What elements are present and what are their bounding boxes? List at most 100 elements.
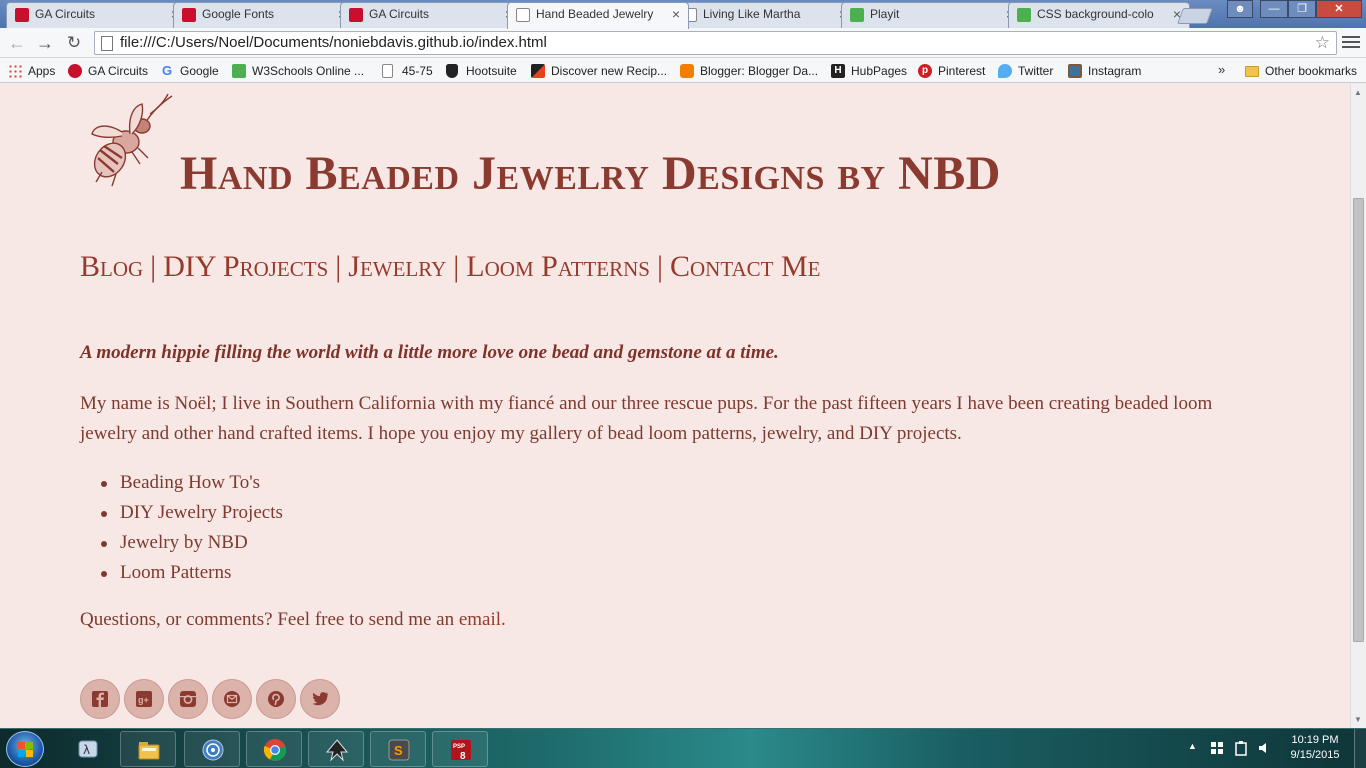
bookmark-label: HubPages — [851, 64, 908, 78]
new-tab-button[interactable] — [1177, 8, 1213, 24]
tab-strip: GA Circuits × Google Fonts × GA Circuits… — [0, 0, 1366, 29]
address-bar[interactable]: file:///C:/Users/Noel/Documents/noniebda… — [94, 31, 1337, 55]
bookmark-discover-recipes[interactable]: Discover new Recip... — [531, 62, 667, 80]
bookmark-star-icon[interactable]: ☆ — [1315, 32, 1330, 54]
chrome-icon[interactable] — [246, 731, 302, 767]
email-link[interactable]: email — [459, 609, 501, 630]
close-window-button[interactable]: ✕ — [1316, 0, 1362, 18]
tab-ga-circuits-2[interactable]: GA Circuits × — [340, 2, 522, 28]
bookmarks-overflow-button[interactable]: » — [1218, 62, 1225, 77]
bookmark-pinterest[interactable]: p Pinterest — [918, 62, 985, 80]
power-icon[interactable] — [1234, 740, 1248, 756]
bookmark-label: Pinterest — [938, 64, 986, 78]
nav-diy-projects[interactable]: DIY Projects — [163, 250, 328, 283]
lambda-app-icon[interactable]: λ — [60, 731, 116, 767]
close-icon[interactable]: × — [672, 3, 680, 25]
tab-living-like-martha[interactable]: Living Like Martha × — [674, 2, 856, 28]
google-fonts-icon — [182, 8, 196, 22]
inkscape-icon[interactable] — [308, 731, 364, 767]
list-item-jewelry-by-nbd[interactable]: Jewelry by NBD — [101, 528, 283, 558]
show-desktop-button[interactable] — [1354, 729, 1366, 768]
contact-prefix: Questions, or comments? Feel free to sen… — [80, 609, 459, 630]
page-icon — [516, 8, 530, 22]
list-item-beading-how-to[interactable]: Beading How To's — [101, 468, 283, 498]
apps-grid-icon — [8, 64, 22, 78]
scrollbar-thumb[interactable] — [1353, 198, 1364, 642]
blogger-icon — [680, 64, 694, 78]
nav-separator: | — [150, 250, 157, 283]
email-icon[interactable] — [212, 679, 252, 719]
page-scrollbar[interactable]: ▲ ▼ — [1350, 84, 1366, 728]
system-clock[interactable]: 10:19 PM 9/15/2015 — [1284, 733, 1346, 763]
start-button[interactable] — [6, 731, 44, 767]
back-arrow-icon[interactable]: ← — [6, 32, 28, 54]
twitter-icon[interactable] — [300, 679, 340, 719]
bookmark-label: Twitter — [1018, 64, 1054, 78]
tab-css-background-color[interactable]: CSS background-colo × — [1008, 2, 1190, 28]
bookmark-twitter[interactable]: Twitter — [998, 62, 1053, 80]
action-center-flag-icon[interactable] — [1210, 741, 1224, 755]
bookmark-hootsuite[interactable]: Hootsuite — [446, 62, 517, 80]
user-profile-icon[interactable]: ☻ — [1227, 0, 1253, 18]
tab-label: Hand Beaded Jewelry — [536, 7, 654, 21]
bookmark-label: Google — [180, 64, 219, 78]
forward-arrow-icon[interactable]: → — [34, 32, 56, 54]
volume-icon[interactable] — [1258, 741, 1272, 755]
page-icon — [101, 36, 113, 51]
site-title: Hand Beaded Jewelry Designs by NBD — [180, 147, 1001, 200]
file-explorer-icon[interactable] — [120, 731, 176, 767]
bookmark-blogger[interactable]: Blogger: Blogger Da... — [680, 62, 818, 80]
instagram-icon[interactable] — [168, 679, 208, 719]
bookmark-label: GA Circuits — [88, 64, 149, 78]
bookmark-w3schools[interactable]: W3Schools Online ... — [232, 62, 364, 80]
nav-contact-me[interactable]: Contact Me — [670, 250, 821, 283]
nav-loom-patterns[interactable]: Loom Patterns — [466, 250, 650, 283]
paint-shop-pro-icon[interactable]: PSP 8 — [432, 731, 488, 767]
contact-suffix: . — [501, 609, 506, 630]
bookmark-label: Discover new Recip... — [551, 64, 668, 78]
section-link-list: Beading How To's DIY Jewelry Projects Je… — [101, 468, 283, 588]
url-text[interactable]: file:///C:/Users/Noel/Documents/noniebda… — [120, 32, 547, 54]
maximize-button[interactable]: ❐ — [1288, 0, 1316, 18]
list-item-diy-jewelry-projects[interactable]: DIY Jewelry Projects — [101, 498, 283, 528]
bookmark-label: Blogger: Blogger Da... — [700, 64, 819, 78]
tab-playit[interactable]: Playit × — [841, 2, 1023, 28]
nav-separator: | — [453, 250, 460, 283]
sublime-text-icon[interactable]: S — [370, 731, 426, 767]
svg-text:λ: λ — [83, 743, 90, 757]
scroll-down-arrow-icon[interactable]: ▼ — [1354, 715, 1362, 724]
chrome-menu-icon[interactable] — [1342, 33, 1360, 53]
tab-ga-circuits-1[interactable]: GA Circuits × — [6, 2, 188, 28]
w3schools-icon — [232, 64, 246, 78]
browser-toolbar: ← → ↻ file:///C:/Users/Noel/Documents/no… — [0, 28, 1366, 58]
w3schools-icon — [1017, 8, 1031, 22]
network-app-icon[interactable] — [184, 731, 240, 767]
bookmark-instagram[interactable]: Instagram — [1068, 62, 1141, 80]
facebook-icon[interactable] — [80, 679, 120, 719]
clock-time: 10:19 PM — [1291, 734, 1339, 746]
scroll-up-arrow-icon[interactable]: ▲ — [1354, 88, 1362, 97]
bookmark-45-75[interactable]: 45-75 — [382, 62, 433, 80]
bookmark-hubpages[interactable]: H HubPages — [831, 62, 907, 80]
minimize-button[interactable]: — — [1260, 0, 1288, 18]
tab-label: GA Circuits — [35, 7, 96, 21]
pinterest-icon[interactable] — [256, 679, 296, 719]
nav-blog[interactable]: Blog — [80, 250, 143, 283]
nav-jewelry[interactable]: Jewelry — [348, 250, 446, 283]
tab-label: GA Circuits — [369, 7, 430, 21]
bookmark-google[interactable]: G Google — [160, 62, 219, 80]
list-item-loom-patterns[interactable]: Loom Patterns — [101, 558, 283, 588]
clock-date: 9/15/2015 — [1290, 749, 1340, 761]
bookmark-ga-circuits[interactable]: GA Circuits — [68, 62, 148, 80]
bookmark-label: Apps — [28, 64, 56, 78]
show-hidden-icons-icon[interactable]: ▲ — [1188, 741, 1197, 751]
reload-icon[interactable]: ↻ — [63, 32, 85, 54]
nav-separator: | — [335, 250, 342, 283]
tab-hand-beaded-jewelry[interactable]: Hand Beaded Jewelry × — [507, 2, 689, 29]
google-icon: G — [161, 63, 173, 78]
other-bookmarks[interactable]: Other bookmarks — [1245, 62, 1357, 80]
bookmark-apps[interactable]: Apps — [8, 62, 55, 80]
main-nav: Blog | DIY Projects | Jewelry | Loom Patterns |… — [80, 250, 821, 284]
tab-google-fonts[interactable]: Google Fonts × — [173, 2, 355, 28]
google-plus-icon[interactable]: g+ — [124, 679, 164, 719]
